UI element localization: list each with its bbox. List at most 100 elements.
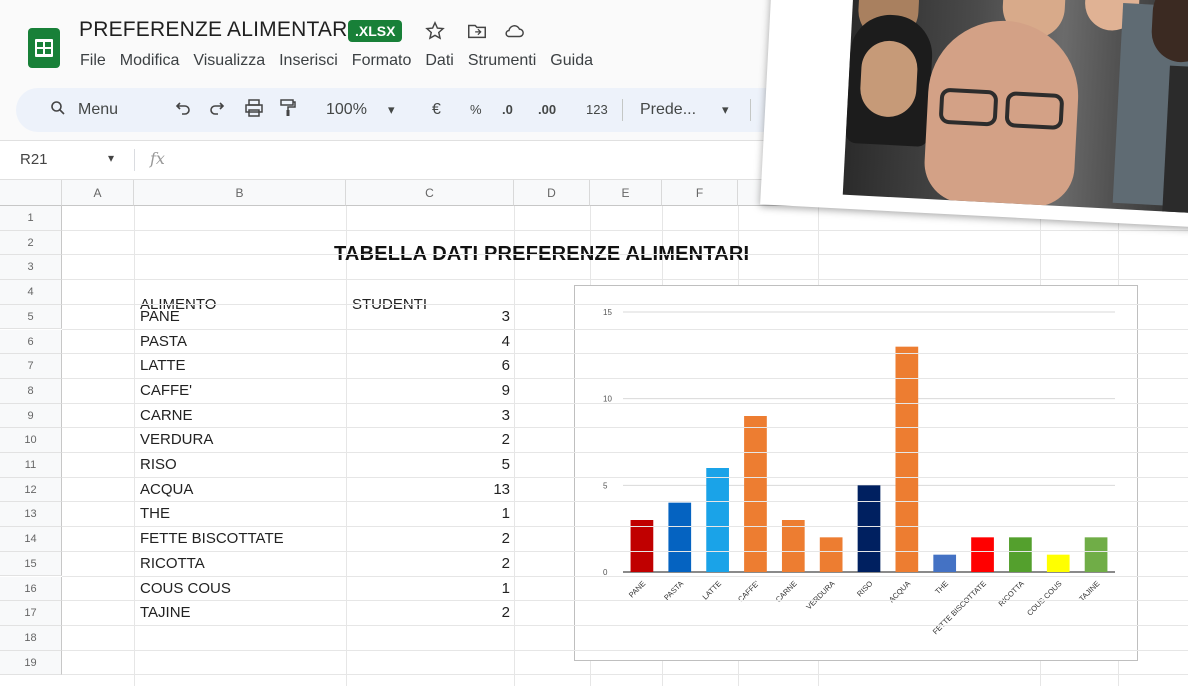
bar[interactable] [668,502,692,572]
food-cell[interactable]: TAJINE [140,604,191,621]
food-cell[interactable]: COUS COUS [140,580,231,597]
food-cell[interactable]: ACQUA [140,481,193,498]
food-cell[interactable]: VERDURA [140,431,213,448]
overlay-photo [760,0,1188,228]
row-header[interactable]: 11 [0,453,62,478]
students-cell[interactable]: 5 [350,456,510,473]
column-header-e[interactable]: E [590,180,662,206]
students-cell[interactable]: 4 [350,333,510,350]
column-header-d[interactable]: D [514,180,590,206]
cloud-status-icon[interactable] [502,20,524,42]
food-cell[interactable]: PASTA [140,333,187,350]
print-icon[interactable] [244,88,264,132]
font-select[interactable]: Prede... [640,88,696,132]
students-cell[interactable]: 1 [350,580,510,597]
menu-inserisci[interactable]: Inserisci [279,52,338,70]
students-cell[interactable]: 2 [350,530,510,547]
paint-format-icon[interactable] [280,88,296,132]
menu-visualizza[interactable]: Visualizza [193,52,265,70]
food-cell[interactable]: THE [140,505,170,522]
row-header[interactable]: 7 [0,354,62,379]
food-cell[interactable]: CAFFE' [140,382,192,399]
students-cell[interactable]: 2 [350,555,510,572]
food-cell[interactable]: CARNE [140,407,193,424]
name-box-dropdown-icon[interactable]: ▾ [108,151,114,165]
row-header[interactable]: 18 [0,625,62,651]
name-box[interactable]: R21 [20,151,48,168]
students-cell[interactable]: 2 [350,431,510,448]
zoom-select[interactable]: 100% [326,88,367,132]
x-tick-label: PANE [627,579,647,599]
search-menus-label[interactable]: Menu [78,88,118,132]
food-cell[interactable]: RICOTTA [140,555,205,572]
column-header-f[interactable]: F [662,180,738,206]
menu-dati[interactable]: Dati [425,52,453,70]
row-header[interactable]: 5 [0,304,62,330]
sheets-logo-icon[interactable] [28,28,60,68]
row-header[interactable]: 3 [0,255,62,281]
students-cell[interactable]: 13 [350,481,510,498]
students-cell[interactable]: 6 [350,357,510,374]
move-folder-icon[interactable] [466,20,488,42]
row-header[interactable]: 16 [0,576,62,602]
bar[interactable] [933,554,957,572]
students-cell[interactable]: 3 [350,407,510,424]
row-header[interactable]: 9 [0,403,62,429]
menu-guida[interactable]: Guida [550,52,593,70]
row-header[interactable]: 13 [0,502,62,528]
students-cell[interactable]: 9 [350,382,510,399]
bar-chart[interactable]: 0 5 10 15 PANE PASTA LATTE CAFFE' CARNE VERDURA RI… [574,285,1138,661]
column-header-c[interactable]: C [346,180,514,206]
font-dropdown-icon[interactable]: ▾ [722,88,729,132]
bar[interactable] [895,346,919,572]
row-header[interactable]: 15 [0,551,62,577]
select-all-corner[interactable] [0,180,62,206]
students-cell[interactable]: 3 [350,308,510,325]
increase-decimal-button[interactable]: .00 [538,88,556,132]
zoom-dropdown-icon[interactable]: ▾ [388,88,395,132]
row-header[interactable]: 17 [0,601,62,626]
row-header[interactable]: 14 [0,527,62,552]
row-header[interactable]: 10 [0,428,62,453]
food-cell[interactable]: RISO [140,456,177,473]
row-header[interactable]: 2 [0,230,62,256]
bar[interactable] [706,468,729,572]
currency-format-button[interactable]: € [432,88,441,132]
students-cell[interactable]: 1 [350,505,510,522]
menu-strumenti[interactable]: Strumenti [468,52,536,70]
menu-formato[interactable]: Formato [352,52,412,70]
bar[interactable] [971,537,994,572]
undo-icon[interactable] [174,88,192,132]
search-menus-icon[interactable] [50,88,66,132]
sheet-grid[interactable]: A B C D E F G L 123456789101112131415161… [0,180,1188,686]
document-title[interactable]: PREFERENZE ALIMENTARI [79,18,354,42]
food-cell[interactable]: PANE [140,308,180,325]
row-header[interactable]: 1 [0,206,62,231]
row-header[interactable]: 8 [0,378,62,404]
bar[interactable] [781,520,805,572]
gridline [62,649,1188,651]
food-cell[interactable]: LATTE [140,357,186,374]
bar[interactable] [1046,554,1070,572]
bar[interactable] [630,520,654,572]
row-header[interactable]: 6 [0,329,62,355]
menu-modifica[interactable]: Modifica [120,52,180,70]
students-cell[interactable]: 2 [350,604,510,621]
row-header[interactable]: 4 [0,280,62,305]
row-header[interactable]: 12 [0,477,62,503]
percent-format-button[interactable]: % [470,88,482,132]
row-header[interactable]: 19 [0,650,62,676]
bar[interactable] [1009,537,1032,572]
column-header-a[interactable]: A [62,180,134,206]
bar[interactable] [744,416,767,572]
redo-icon[interactable] [208,88,226,132]
menu-file[interactable]: File [80,52,106,70]
column-header-b[interactable]: B [134,180,346,206]
bar[interactable] [819,537,843,572]
decrease-decimal-button[interactable]: .0 [502,88,513,132]
number-format-button[interactable]: 123 [586,88,608,132]
food-cell[interactable]: FETTE BISCOTTATE [140,530,284,547]
bar[interactable] [1084,537,1108,572]
star-icon[interactable] [424,20,446,42]
bar[interactable] [857,485,881,572]
